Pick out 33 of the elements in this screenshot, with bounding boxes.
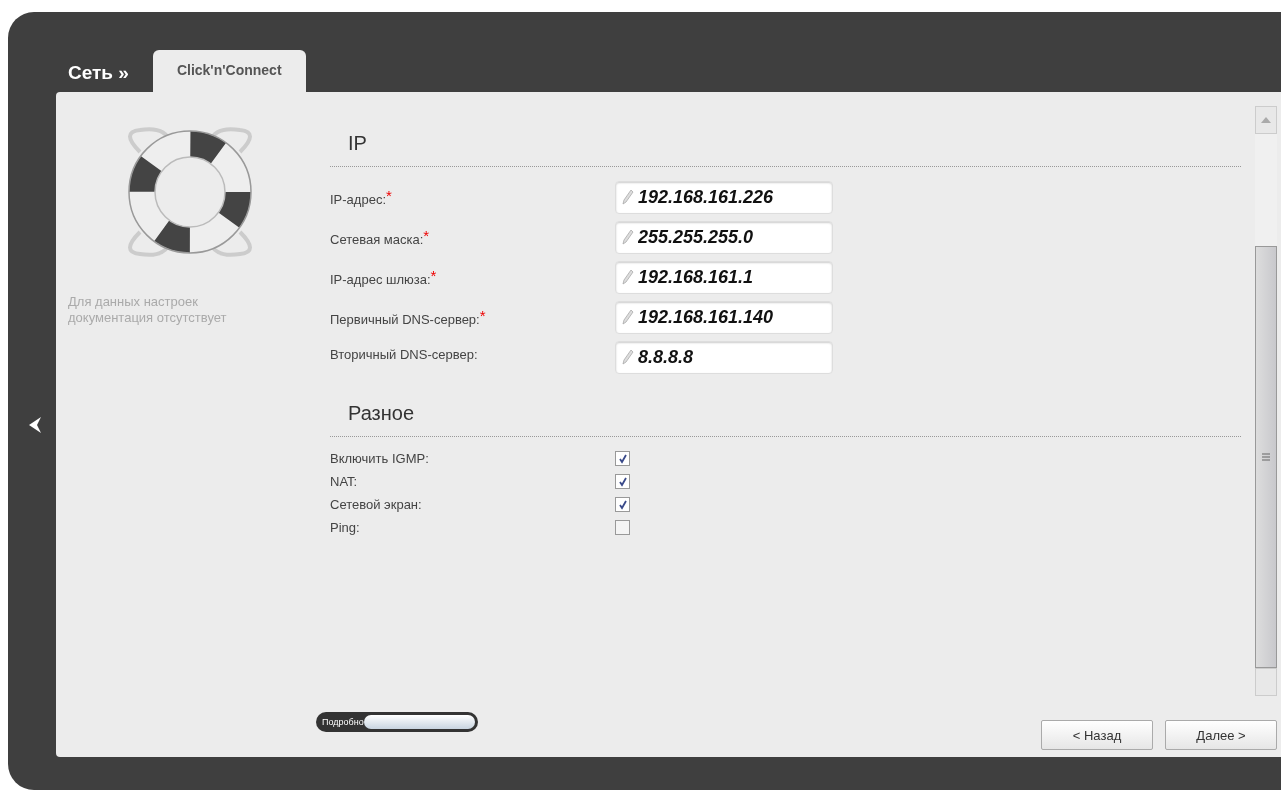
nav-button[interactable]: Далее > xyxy=(1165,720,1277,750)
checkbox[interactable] xyxy=(615,451,630,466)
breadcrumb[interactable]: Сеть » xyxy=(68,62,129,92)
input-field[interactable]: 192.168.161.226 xyxy=(615,181,833,214)
input-field[interactable]: 192.168.161.1 xyxy=(615,261,833,294)
field-label: NAT: xyxy=(330,474,359,489)
help-text: Для данных настроек документация отсутствует xyxy=(68,294,228,326)
checkbox[interactable] xyxy=(615,497,630,512)
input-field[interactable]: 8.8.8.8 xyxy=(615,341,833,374)
details-toggle[interactable]: Подробно xyxy=(316,712,478,732)
pencil-icon xyxy=(622,269,634,285)
pencil-icon xyxy=(622,309,634,325)
field-label: Сетевой экран: xyxy=(330,497,423,512)
nav-button[interactable]: < Назад xyxy=(1041,720,1153,750)
scroll-down-button[interactable] xyxy=(1255,668,1277,696)
pencil-icon xyxy=(622,349,634,365)
pencil-icon xyxy=(622,189,634,205)
back-arrow-icon[interactable] xyxy=(28,415,42,434)
field-label: Ping: xyxy=(330,520,361,535)
checkbox[interactable] xyxy=(615,520,630,535)
input-field[interactable]: 192.168.161.140 xyxy=(615,301,833,334)
grip-icon[interactable] xyxy=(1262,453,1270,461)
scrollbar[interactable] xyxy=(1255,106,1277,696)
scroll-up-button[interactable] xyxy=(1255,106,1277,134)
input-field[interactable]: 255.255.255.0 xyxy=(615,221,833,254)
up-triangle-icon[interactable] xyxy=(1261,117,1271,123)
section-title: Разное xyxy=(348,402,416,426)
tab[interactable]: Click'n'Connect xyxy=(152,50,306,92)
field-label: Вторичный DNS-сервер: xyxy=(330,346,479,362)
field-label: Включить IGMP: xyxy=(330,451,430,466)
checkbox[interactable] xyxy=(615,474,630,489)
section-title: IP xyxy=(348,132,368,156)
pencil-icon xyxy=(622,229,634,245)
